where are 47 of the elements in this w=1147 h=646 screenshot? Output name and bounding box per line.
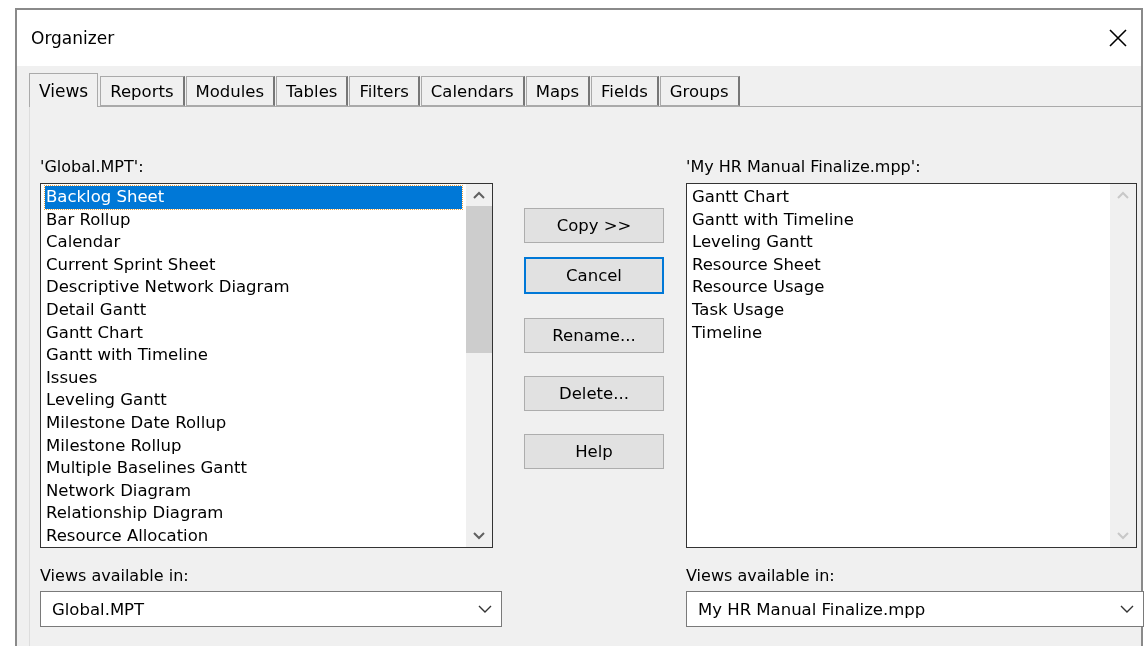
scrollbar[interactable]: [466, 184, 492, 547]
available-in-label: Views available in:: [686, 566, 836, 585]
tab[interactable]: Views: [29, 73, 99, 107]
list-item[interactable]: Bar Rollup: [45, 208, 462, 232]
tab[interactable]: Fields: [591, 76, 659, 106]
list-item[interactable]: Gantt Chart: [45, 321, 462, 345]
list-item[interactable]: Leveling Gantt: [691, 231, 1106, 254]
tab[interactable]: Reports: [100, 76, 185, 106]
list-item[interactable]: Calendar: [45, 231, 462, 254]
list-item[interactable]: Milestone Date Rollup: [45, 411, 462, 435]
list-item[interactable]: Network Diagram: [45, 479, 462, 503]
list-item[interactable]: Current Sprint Sheet: [45, 253, 462, 277]
list-item[interactable]: Resource Allocation: [45, 524, 462, 548]
view-list[interactable]: Gantt Chart Gantt with Timeline Leveling Gantt Resource Sheet Resource Usage Task Usage Timeline: [686, 183, 1137, 548]
action-button[interactable]: Delete...: [524, 376, 664, 411]
list-item[interactable]: Relationship Diagram: [45, 502, 462, 525]
list-item[interactable]: Detail Gantt: [45, 298, 462, 322]
window-title: Organizer: [31, 28, 115, 48]
tab[interactable]: Modules: [185, 76, 276, 106]
list-item[interactable]: Gantt with Timeline: [45, 344, 462, 367]
list-item[interactable]: Task Usage: [691, 298, 1106, 322]
list-item[interactable]: Descriptive Network Diagram: [45, 276, 462, 299]
tab[interactable]: Tables: [276, 76, 349, 106]
available-in-dropdown[interactable]: Global.MPT: [40, 591, 502, 627]
list-label: 'My HR Manual Finalize.mpp':: [686, 157, 922, 176]
list-item[interactable]: Issues: [45, 366, 462, 390]
list-item[interactable]: Gantt Chart: [691, 186, 1106, 209]
list-item[interactable]: Resource Sheet: [691, 253, 1106, 277]
available-in-label: Views available in:: [40, 566, 190, 585]
available-in-dropdown[interactable]: My HR Manual Finalize.mpp: [686, 591, 1144, 627]
list-item[interactable]: Timeline: [691, 321, 1106, 345]
tab[interactable]: Calendars: [420, 76, 525, 106]
list-item[interactable]: Gantt with Timeline: [691, 208, 1106, 232]
list-item[interactable]: Resource Usage: [691, 276, 1106, 299]
action-button[interactable]: Help: [524, 434, 664, 469]
tab[interactable]: Maps: [525, 76, 591, 106]
list-item[interactable]: Leveling Gantt: [45, 389, 462, 412]
view-list[interactable]: [40, 183, 493, 548]
action-button[interactable]: Rename...: [524, 318, 664, 353]
action-button[interactable]: Copy >>: [524, 208, 664, 243]
tab[interactable]: Groups: [659, 76, 740, 106]
list-item[interactable]: Multiple Baselines Gantt: [45, 457, 462, 480]
list-label: 'Global.MPT':: [40, 157, 145, 176]
list-item[interactable]: Backlog Sheet: [45, 186, 462, 209]
tab[interactable]: Filters: [349, 76, 420, 106]
action-button[interactable]: Cancel: [524, 257, 664, 294]
list-item[interactable]: Milestone Rollup: [45, 434, 462, 458]
